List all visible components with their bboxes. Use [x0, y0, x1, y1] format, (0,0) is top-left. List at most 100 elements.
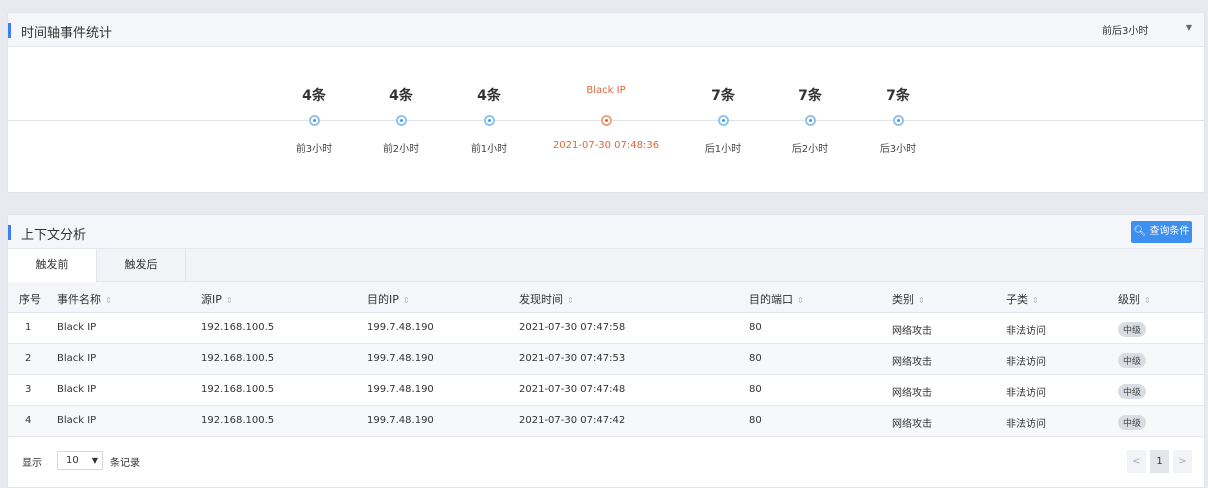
cell-category: 网络攻击: [892, 419, 932, 430]
cell-index: 2: [25, 353, 32, 364]
chevron-down-icon: ▼: [1185, 23, 1192, 32]
timeline-header: 时间轴事件统计 前后3小时 ▼: [8, 13, 1204, 47]
cell-subcategory: 非法访问: [1006, 357, 1046, 368]
event-count: 7条: [886, 88, 910, 104]
records-label: 条记录: [110, 458, 140, 469]
page-size-control: 显示 10 ▼ 条记录: [22, 451, 140, 470]
next-page-button[interactable]: >: [1173, 450, 1192, 473]
cell-found-time: 2021-07-30 07:47:48: [519, 384, 626, 395]
title-accent-bar: [8, 23, 11, 38]
timeline-panel: 时间轴事件统计 前后3小时 ▼ 4条 前3小时 4条 前2小时 4条 前1小时 …: [7, 12, 1205, 193]
page-size-select[interactable]: 10 ▼: [57, 451, 103, 470]
page-size-value: 10: [66, 455, 79, 466]
cell-dest-port: 80: [749, 353, 762, 364]
level-badge: 中级: [1118, 384, 1147, 399]
timeline-dot-icon[interactable]: [396, 115, 407, 126]
cell-category: 网络攻击: [892, 388, 932, 399]
current-event-dot-icon[interactable]: [601, 115, 612, 126]
event-count: 7条: [798, 88, 822, 104]
sort-icon[interactable]: ⇕: [567, 296, 574, 305]
column-header-source-ip[interactable]: 源IP ⇕: [201, 291, 233, 307]
cell-index: 1: [25, 322, 32, 333]
cell-level: 中级: [1118, 415, 1147, 430]
table-row[interactable]: 1 Black IP 192.168.100.5 199.7.48.190 20…: [8, 313, 1204, 344]
event-count: 4条: [389, 88, 413, 104]
table-header: 序号 事件名称 ⇕ 源IP ⇕ 目的IP ⇕ 发现时间 ⇕ 目的端口 ⇕ 类别 ⇕ 子类 ⇕ …: [8, 282, 1204, 313]
query-button-label: 查询条件: [1149, 226, 1190, 237]
column-header-level[interactable]: 级别 ⇕: [1118, 291, 1151, 307]
cell-dest-port: 80: [749, 415, 762, 426]
event-count: 4条: [302, 88, 326, 104]
cell-dest-ip: 199.7.48.190: [367, 415, 434, 426]
cell-source-ip: 192.168.100.5: [201, 353, 275, 364]
timeline-title: 时间轴事件统计: [21, 26, 113, 41]
chevron-down-icon: ▼: [91, 456, 98, 465]
sort-icon[interactable]: ⇕: [105, 296, 112, 305]
prev-page-button[interactable]: <: [1127, 450, 1146, 473]
column-header-dest-port[interactable]: 目的端口 ⇕: [749, 291, 804, 307]
cell-dest-ip: 199.7.48.190: [367, 322, 434, 333]
cell-subcategory: 非法访问: [1006, 419, 1046, 430]
event-count: 4条: [477, 88, 501, 104]
table-row[interactable]: 2 Black IP 192.168.100.5 199.7.48.190 20…: [8, 344, 1204, 375]
sort-icon[interactable]: ⇕: [1144, 296, 1151, 305]
cell-event-name: Black IP: [57, 415, 97, 426]
cell-found-time: 2021-07-30 07:47:58: [519, 322, 626, 333]
cell-category: 网络攻击: [892, 357, 932, 368]
sort-icon[interactable]: ⇕: [403, 296, 410, 305]
level-badge: 中级: [1118, 415, 1147, 430]
show-label: 显示: [22, 458, 42, 469]
cell-level: 中级: [1118, 353, 1147, 368]
current-event-name: Black IP: [586, 85, 626, 96]
context-header: 上下文分析 🔍︎ 查询条件: [8, 215, 1204, 249]
cell-category: 网络攻击: [892, 326, 932, 337]
cell-source-ip: 192.168.100.5: [201, 384, 275, 395]
cell-source-ip: 192.168.100.5: [201, 322, 275, 333]
timeline-dot-icon[interactable]: [309, 115, 320, 126]
cell-found-time: 2021-07-30 07:47:42: [519, 415, 626, 426]
cell-event-name: Black IP: [57, 384, 97, 395]
sort-icon[interactable]: ⇕: [797, 296, 804, 305]
sort-icon[interactable]: ⇕: [918, 296, 925, 305]
cell-index: 3: [25, 384, 32, 395]
cell-index: 4: [25, 415, 32, 426]
title-accent-bar: [8, 225, 11, 240]
cell-dest-port: 80: [749, 322, 762, 333]
cell-subcategory: 非法访问: [1006, 326, 1046, 337]
tab-before-trigger[interactable]: 触发前: [8, 249, 97, 283]
timeline-dot-icon[interactable]: [718, 115, 729, 126]
tab-after-trigger[interactable]: 触发后: [97, 249, 186, 282]
sort-icon[interactable]: ⇕: [226, 296, 233, 305]
timeline-label: 后3小时: [879, 144, 917, 155]
cell-event-name: Black IP: [57, 353, 97, 364]
context-title: 上下文分析: [21, 228, 87, 243]
pagination: < 1 >: [1123, 450, 1192, 473]
context-analysis-panel: 上下文分析 🔍︎ 查询条件 触发前 触发后 序号 事件名称 ⇕ 源IP ⇕ 目的IP…: [7, 214, 1205, 488]
query-conditions-button[interactable]: 🔍︎ 查询条件: [1131, 221, 1192, 243]
cell-event-name: Black IP: [57, 322, 97, 333]
sort-icon[interactable]: ⇕: [1032, 296, 1039, 305]
level-badge: 中级: [1118, 353, 1147, 368]
cell-level: 中级: [1118, 384, 1147, 399]
timeline-dot-icon[interactable]: [805, 115, 816, 126]
time-range-value: 前后3小时: [1102, 26, 1149, 37]
column-header-found-time[interactable]: 发现时间 ⇕: [519, 291, 574, 307]
column-header-category[interactable]: 类别 ⇕: [892, 291, 925, 307]
column-header-event-name[interactable]: 事件名称 ⇕: [57, 291, 112, 307]
search-icon: 🔍︎: [1133, 226, 1147, 237]
timeline-dot-icon[interactable]: [893, 115, 904, 126]
column-header-dest-ip[interactable]: 目的IP ⇕: [367, 291, 410, 307]
column-header-index: 序号: [19, 293, 41, 306]
time-range-select[interactable]: 前后3小时 ▼: [1102, 22, 1194, 38]
level-badge: 中级: [1118, 322, 1147, 337]
cell-source-ip: 192.168.100.5: [201, 415, 275, 426]
event-count: 7条: [711, 88, 735, 104]
table-row[interactable]: 4 Black IP 192.168.100.5 199.7.48.190 20…: [8, 406, 1204, 437]
page-button-current[interactable]: 1: [1150, 450, 1169, 473]
cell-dest-port: 80: [749, 384, 762, 395]
timeline-dot-icon[interactable]: [484, 115, 495, 126]
table-row[interactable]: 3 Black IP 192.168.100.5 199.7.48.190 20…: [8, 375, 1204, 406]
cell-dest-ip: 199.7.48.190: [367, 384, 434, 395]
column-header-subcategory[interactable]: 子类 ⇕: [1006, 291, 1039, 307]
context-tabs: 触发前 触发后: [8, 249, 1204, 283]
